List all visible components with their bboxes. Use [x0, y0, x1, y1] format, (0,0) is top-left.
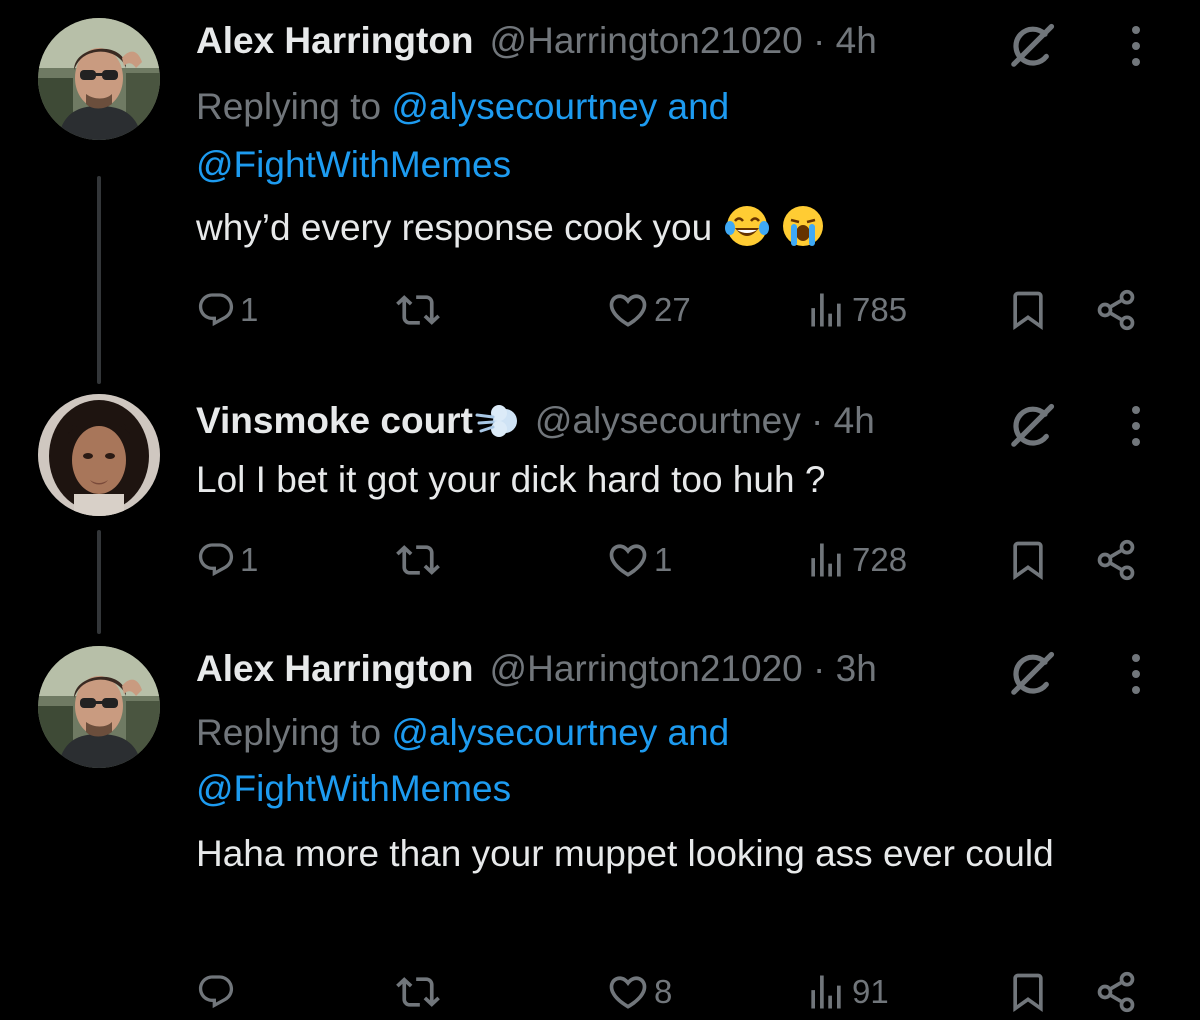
reply-button[interactable]: 1	[196, 532, 258, 588]
avatar[interactable]	[38, 646, 160, 768]
repost-button[interactable]	[396, 282, 444, 338]
display-name[interactable]: Vinsmoke court	[196, 400, 473, 442]
views-button[interactable]: 728	[804, 532, 907, 588]
display-name[interactable]: Alex Harrington	[196, 20, 474, 62]
grok-icon[interactable]	[1006, 400, 1058, 452]
like-count: 27	[654, 291, 691, 328]
tweet-text: Lol I bet it got your dick hard too huh …	[196, 452, 1116, 508]
repost-icon	[396, 538, 440, 582]
view-count: 785	[852, 291, 908, 328]
like-count: 1	[654, 541, 673, 578]
avatar[interactable]	[38, 18, 160, 140]
reply-icon	[196, 972, 236, 1012]
more-icon[interactable]	[1124, 404, 1148, 448]
repost-icon	[396, 288, 440, 332]
replying-to-continued: @FightWithMemes	[196, 760, 511, 818]
tweet[interactable]: Alex Harrington @Harrington21020 · 3h Re…	[0, 634, 1200, 1016]
replying-to: Replying to @alysecourtney and	[196, 704, 729, 762]
tweet-actions: 1 27 785	[0, 282, 1200, 338]
grok-icon[interactable]	[1006, 648, 1058, 700]
reply-icon	[196, 290, 236, 330]
handle-and-time: @Harrington21020 · 3h	[490, 648, 877, 690]
share-button[interactable]	[1094, 282, 1138, 338]
replying-to-prefix: Replying to	[196, 712, 382, 753]
more-icon[interactable]	[1124, 24, 1148, 68]
handle[interactable]: @Harrington21020	[490, 20, 803, 61]
repost-button[interactable]	[396, 964, 444, 1020]
bookmark-icon	[1006, 538, 1050, 582]
tweet-text-content: Lol I bet it got your dick hard too huh …	[196, 459, 826, 500]
reply-button[interactable]	[196, 964, 240, 1020]
like-button[interactable]: 8	[606, 964, 672, 1020]
view-count: 91	[852, 973, 889, 1010]
tweet-header: Alex Harrington @Harrington21020 · 3h	[196, 634, 877, 704]
share-button[interactable]	[1094, 532, 1138, 588]
tweet[interactable]: Alex Harrington @Harrington21020 · 4h Re…	[0, 6, 1200, 376]
tweet-header: Alex Harrington @Harrington21020 · 4h	[196, 6, 877, 76]
bookmark-button[interactable]	[1006, 964, 1050, 1020]
handle-and-time: @alysecourtney · 4h	[535, 400, 875, 442]
bookmark-button[interactable]	[1006, 282, 1050, 338]
mention-link[interactable]: @alysecourtney	[391, 712, 657, 753]
dash-away-emoji	[475, 405, 517, 437]
mention-link[interactable]: @FightWithMemes	[196, 768, 511, 809]
timestamp[interactable]: 4h	[834, 400, 875, 441]
reply-count: 1	[240, 291, 259, 328]
tears-of-joy-emoji	[724, 206, 769, 246]
repost-button[interactable]	[396, 532, 444, 588]
handle[interactable]: @Harrington21020	[490, 648, 803, 689]
views-icon	[804, 288, 848, 332]
loudly-crying-emoji	[782, 206, 823, 246]
more-icon[interactable]	[1124, 652, 1148, 696]
views-button[interactable]: 785	[804, 282, 907, 338]
repost-icon	[396, 970, 440, 1014]
bookmark-button[interactable]	[1006, 532, 1050, 588]
handle-and-time: @Harrington21020 · 4h	[490, 20, 877, 62]
heart-icon	[606, 538, 650, 582]
avatar[interactable]	[38, 394, 160, 516]
tweet-text: Haha more than your muppet looking ass e…	[196, 826, 1096, 882]
like-button[interactable]: 1	[606, 532, 672, 588]
tweet-actions: 8 91	[0, 964, 1200, 1020]
display-name[interactable]: Alex Harrington	[196, 648, 474, 690]
bookmark-icon	[1006, 288, 1050, 332]
handle[interactable]: @alysecourtney	[535, 400, 801, 441]
replying-to: Replying to @alysecourtney and	[196, 78, 729, 136]
views-icon	[804, 970, 848, 1014]
like-count: 8	[654, 973, 673, 1010]
tweet-text: why’d every response cook you	[196, 200, 1116, 256]
tweet-text-content: why’d every response cook you	[196, 207, 713, 248]
tweet-text-content: Haha more than your muppet looking ass e…	[196, 833, 1054, 874]
replying-to-prefix: Replying to	[196, 86, 382, 127]
tweet-actions: 1 1 728	[0, 532, 1200, 588]
view-count: 728	[852, 541, 908, 578]
views-button[interactable]: 91	[804, 964, 889, 1020]
tweet-header: Vinsmoke court @alysecourtney · 4h	[196, 386, 875, 456]
mention-link[interactable]: @FightWithMemes	[196, 144, 511, 185]
grok-icon[interactable]	[1006, 20, 1058, 72]
reply-button[interactable]: 1	[196, 282, 258, 338]
tweet[interactable]: Vinsmoke court @alysecourtney · 4h Lol I…	[0, 386, 1200, 634]
mention-joiner: and	[667, 712, 730, 753]
bookmark-icon	[1006, 970, 1050, 1014]
timestamp[interactable]: 4h	[836, 20, 877, 61]
share-icon	[1094, 288, 1138, 332]
like-button[interactable]: 27	[606, 282, 691, 338]
reply-count: 1	[240, 541, 259, 578]
share-button[interactable]	[1094, 964, 1138, 1020]
separator: ·	[811, 400, 824, 441]
share-icon	[1094, 970, 1138, 1014]
heart-icon	[606, 970, 650, 1014]
separator: ·	[813, 648, 826, 689]
mention-joiner: and	[667, 86, 730, 127]
views-icon	[804, 538, 848, 582]
mention-link[interactable]: @alysecourtney	[391, 86, 657, 127]
heart-icon	[606, 288, 650, 332]
share-icon	[1094, 538, 1138, 582]
reply-icon	[196, 540, 236, 580]
replying-to-continued: @FightWithMemes	[196, 136, 511, 194]
separator: ·	[813, 20, 826, 61]
timestamp[interactable]: 3h	[836, 648, 877, 689]
